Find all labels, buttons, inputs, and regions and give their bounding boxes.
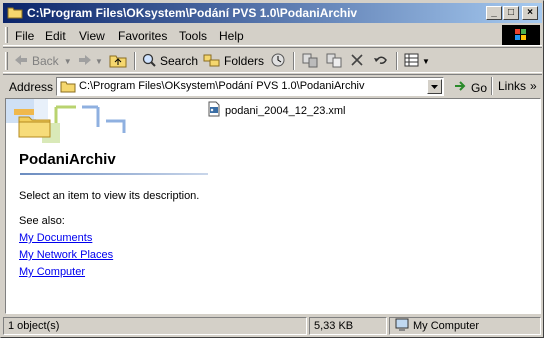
menu-help[interactable]: Help <box>219 29 244 43</box>
description-text: Select an item to view its description. <box>19 190 200 202</box>
chevron-down-icon: ▼ <box>422 56 430 66</box>
go-label: Go <box>471 80 488 95</box>
menu-tools[interactable]: Tools <box>179 29 207 43</box>
status-location-label: My Computer <box>413 320 480 332</box>
menu-file[interactable]: File <box>15 29 34 43</box>
folders-button[interactable]: Folders <box>203 52 264 70</box>
go-button[interactable]: Go <box>453 79 487 96</box>
views-button[interactable]: ▼ <box>403 52 430 70</box>
delete-button[interactable] <box>349 52 365 70</box>
links-button[interactable]: Links <box>498 79 526 93</box>
folder-view[interactable]: PodaniArchiv Select an item to view its … <box>5 98 541 314</box>
status-location: My Computer <box>389 317 541 335</box>
minimize-button[interactable]: _ <box>486 6 502 20</box>
address-dropdown-button[interactable] <box>427 79 442 94</box>
folders-icon <box>203 52 221 71</box>
menu-bar: File Edit View Favorites Tools Help <box>3 24 542 46</box>
back-arrow-icon <box>13 52 29 71</box>
toolbar-separator <box>293 52 295 70</box>
see-also-label: See also: <box>19 215 65 227</box>
views-icon <box>403 52 421 71</box>
history-button[interactable] <box>269 52 287 70</box>
back-label: Back <box>32 54 59 68</box>
address-bar: Address C:\Program Files\OKsystem\Podání… <box>3 74 542 98</box>
chevron-right-icon[interactable]: » <box>530 79 537 93</box>
back-button[interactable]: Back ▼ <box>13 52 72 70</box>
windows-logo-icon <box>502 25 540 45</box>
copy-to-icon <box>325 52 343 71</box>
window-title: C:\Program Files\OKsystem\Podání PVS 1.0… <box>27 6 358 20</box>
address-input[interactable]: C:\Program Files\OKsystem\Podání PVS 1.0… <box>56 77 444 96</box>
status-bar: 1 object(s) 5,33 KB My Computer <box>3 316 542 336</box>
large-folder-icon <box>18 111 52 142</box>
maximize-icon: □ <box>507 7 515 18</box>
link-my-network-places[interactable]: My Network Places <box>19 249 113 261</box>
status-object-count: 1 object(s) <box>3 317 307 335</box>
explorer-window: C:\Program Files\OKsystem\Podání PVS 1.0… <box>0 0 544 338</box>
toolbar-grip[interactable] <box>5 27 8 43</box>
undo-button[interactable] <box>372 52 390 70</box>
chevron-down-icon <box>431 85 438 89</box>
folders-label: Folders <box>224 54 265 68</box>
up-folder-button[interactable] <box>109 52 127 70</box>
folder-title: PodaniArchiv <box>19 151 116 168</box>
address-value: C:\Program Files\OKsystem\Podání PVS 1.0… <box>79 80 365 92</box>
chevron-down-icon: ▼ <box>63 56 72 66</box>
toolbar-separator <box>491 77 493 95</box>
toolbar-separator <box>396 52 398 70</box>
maximize-button[interactable]: □ <box>503 6 519 20</box>
delete-icon <box>349 52 365 71</box>
title-bar[interactable]: C:\Program Files\OKsystem\Podání PVS 1.0… <box>3 3 542 23</box>
forward-button[interactable]: ▼ <box>77 52 103 70</box>
search-button[interactable]: Search <box>141 52 198 70</box>
search-label: Search <box>160 54 199 68</box>
file-item[interactable]: podani_2004_12_23.xml <box>206 101 346 120</box>
move-to-icon <box>301 52 319 71</box>
close-button[interactable]: × <box>522 6 538 20</box>
menu-favorites[interactable]: Favorites <box>118 29 167 43</box>
title-divider <box>20 173 208 175</box>
go-arrow-icon <box>453 79 469 96</box>
undo-icon <box>372 52 390 71</box>
xml-file-icon <box>206 101 222 120</box>
forward-arrow-icon <box>77 52 93 71</box>
menu-view[interactable]: View <box>79 29 105 43</box>
copy-to-button[interactable] <box>325 52 343 70</box>
toolbar-separator <box>134 52 136 70</box>
address-label: Address <box>9 80 54 94</box>
toolbar-grip[interactable] <box>5 52 8 70</box>
history-icon <box>269 52 287 71</box>
file-name: podani_2004_12_23.xml <box>225 104 346 117</box>
standard-toolbar: Back ▼ ▼ Search Folders ▼ <box>3 47 542 73</box>
search-icon <box>141 52 157 71</box>
folder-icon <box>7 5 23 19</box>
folder-icon <box>60 79 76 96</box>
minimize-icon: _ <box>491 7 497 18</box>
status-size: 5,33 KB <box>309 317 387 335</box>
close-icon: × <box>527 7 533 18</box>
chevron-down-icon: ▼ <box>95 56 103 66</box>
move-to-button[interactable] <box>301 52 319 70</box>
up-folder-icon <box>109 52 127 71</box>
link-my-documents[interactable]: My Documents <box>19 232 92 244</box>
menu-edit[interactable]: Edit <box>45 29 66 43</box>
my-computer-icon <box>394 318 410 335</box>
link-my-computer[interactable]: My Computer <box>19 266 85 278</box>
